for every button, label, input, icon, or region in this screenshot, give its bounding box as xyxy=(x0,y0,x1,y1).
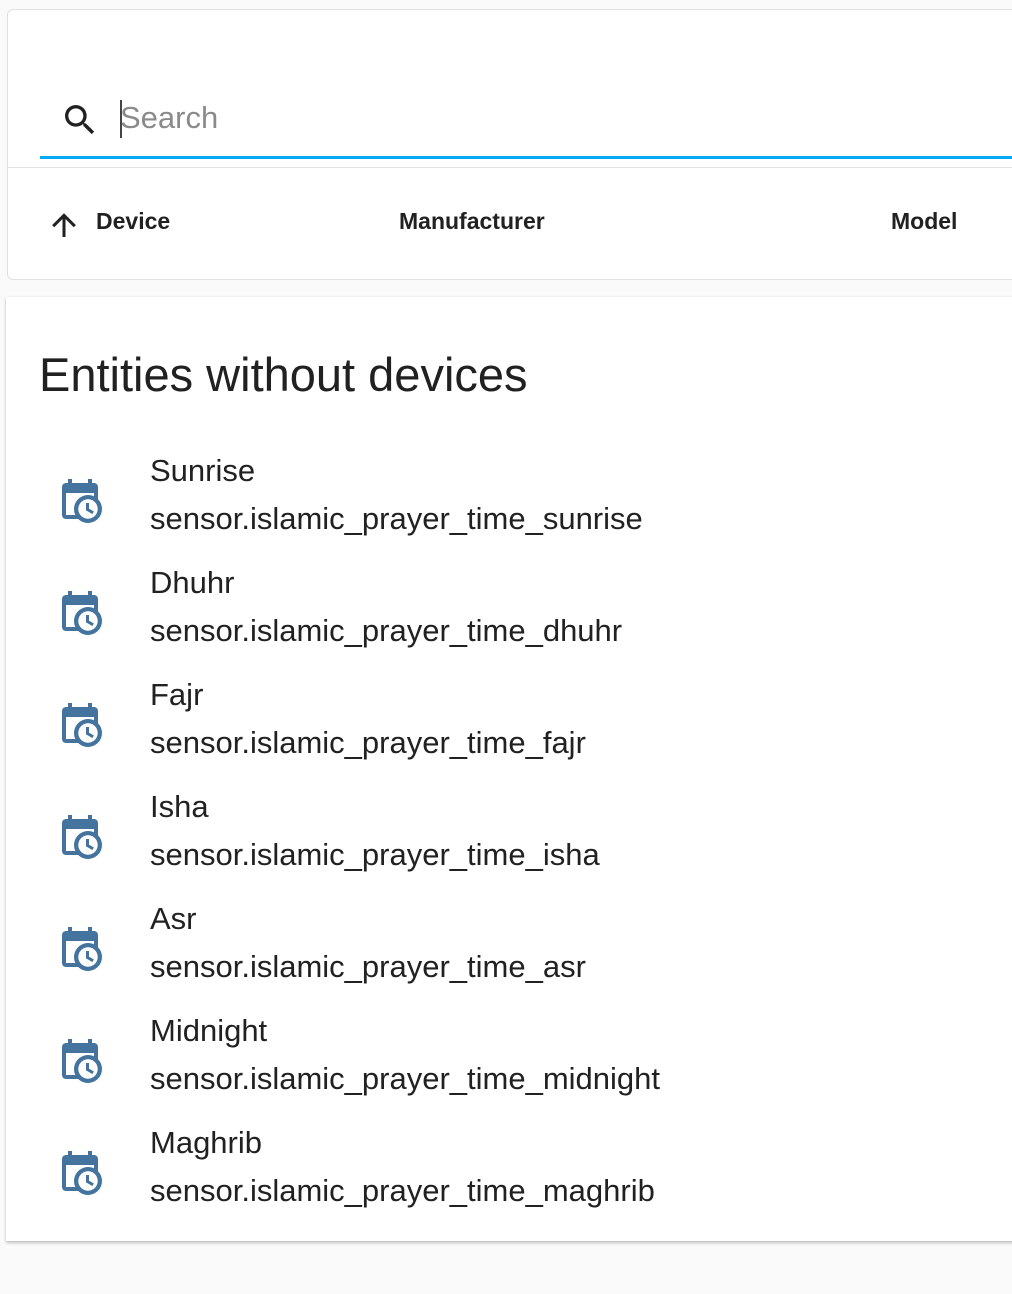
card-title: Entities without devices xyxy=(39,348,528,401)
search-bar[interactable] xyxy=(40,82,1012,159)
entity-id: sensor.islamic_prayer_time_asr xyxy=(150,949,586,984)
devices-table-card: Device Manufacturer Model xyxy=(7,9,1012,280)
list-item[interactable]: Sunrise sensor.islamic_prayer_time_sunri… xyxy=(6,451,1012,563)
entity-id: sensor.islamic_prayer_time_midnight xyxy=(150,1061,661,1096)
list-item[interactable]: Dhuhr sensor.islamic_prayer_time_dhuhr xyxy=(6,563,1012,675)
entity-name: Asr xyxy=(150,901,197,936)
header-divider xyxy=(8,167,1012,168)
list-item[interactable]: Midnight sensor.islamic_prayer_time_midn… xyxy=(6,1011,1012,1123)
list-item[interactable]: Asr sensor.islamic_prayer_time_asr xyxy=(6,899,1012,1011)
entity-name: Dhuhr xyxy=(150,565,235,600)
entity-id: sensor.islamic_prayer_time_isha xyxy=(150,837,600,872)
table-header-row: Device Manufacturer Model xyxy=(8,190,1012,250)
list-item[interactable]: Isha sensor.islamic_prayer_time_isha xyxy=(6,787,1012,899)
entity-name: Fajr xyxy=(150,677,204,712)
entity-name: Maghrib xyxy=(150,1125,262,1160)
list-item[interactable]: Fajr sensor.islamic_prayer_time_fajr xyxy=(6,675,1012,787)
entities-without-devices-card: Entities without devices Sunrise sensor.… xyxy=(6,297,1012,1241)
entity-id: sensor.islamic_prayer_time_dhuhr xyxy=(150,613,623,648)
text-cursor xyxy=(120,100,122,138)
list-item[interactable]: Maghrib sensor.islamic_prayer_time_maghr… xyxy=(6,1123,1012,1235)
column-header-manufacturer[interactable]: Manufacturer xyxy=(399,208,545,235)
calendar-clock-icon xyxy=(62,927,102,971)
entity-id: sensor.islamic_prayer_time_maghrib xyxy=(150,1173,655,1208)
entity-name: Midnight xyxy=(150,1013,268,1048)
search-icon xyxy=(65,105,95,135)
column-header-device[interactable]: Device xyxy=(96,208,170,235)
entity-name: Sunrise xyxy=(150,453,256,488)
entity-list: Sunrise sensor.islamic_prayer_time_sunri… xyxy=(6,451,1012,1235)
calendar-clock-icon xyxy=(62,703,102,747)
entity-id: sensor.islamic_prayer_time_fajr xyxy=(150,725,586,760)
calendar-clock-icon xyxy=(62,1039,102,1083)
calendar-clock-icon xyxy=(62,591,102,635)
calendar-clock-icon xyxy=(62,479,102,523)
calendar-clock-icon xyxy=(62,815,102,859)
column-header-model[interactable]: Model xyxy=(891,208,957,235)
search-input[interactable] xyxy=(120,96,1000,140)
entity-id: sensor.islamic_prayer_time_sunrise xyxy=(150,501,643,536)
calendar-clock-icon xyxy=(62,1151,102,1195)
entity-name: Isha xyxy=(150,789,209,824)
arrow-up-icon[interactable] xyxy=(46,207,82,243)
